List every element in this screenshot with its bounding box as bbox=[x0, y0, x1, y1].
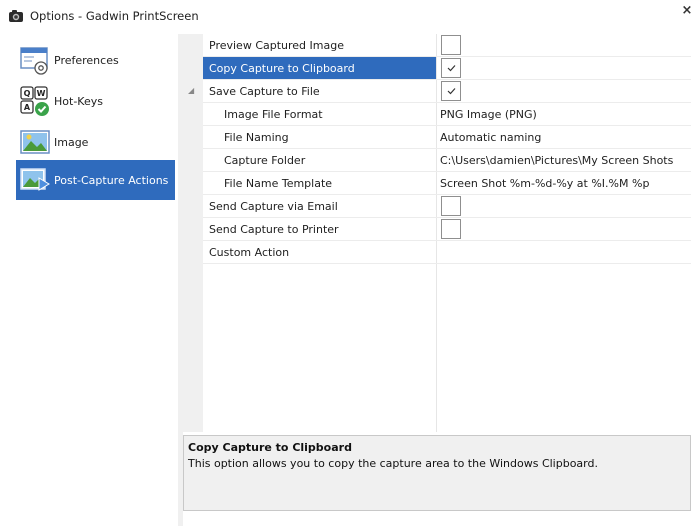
copy-to-clipboard-checkbox[interactable] bbox=[441, 58, 461, 78]
sidebar-item-label: Post-Capture Actions bbox=[54, 174, 169, 187]
grid-row-capture-folder[interactable]: Capture Folder C:\Users\damien\Pictures\… bbox=[203, 149, 691, 172]
sidebar-item-label: Hot-Keys bbox=[54, 95, 103, 108]
property-name: Capture Folder bbox=[224, 154, 306, 167]
send-printer-checkbox[interactable] bbox=[441, 219, 461, 239]
description-panel: Copy Capture to Clipboard This option al… bbox=[183, 435, 691, 511]
property-name: Preview Captured Image bbox=[209, 39, 344, 52]
property-name: Copy Capture to Clipboard bbox=[203, 57, 436, 79]
preview-checkbox[interactable] bbox=[441, 35, 461, 55]
file-name-template-value[interactable]: Screen Shot %m-%d-%y at %I.%M %p bbox=[440, 177, 649, 190]
grid-row-file-naming[interactable]: File Naming Automatic naming bbox=[203, 126, 691, 149]
image-icon bbox=[19, 126, 51, 158]
sidebar-item-preferences[interactable]: Preferences bbox=[16, 40, 175, 80]
preferences-icon bbox=[19, 44, 51, 76]
checkmark-icon bbox=[447, 65, 456, 72]
save-to-file-checkbox[interactable] bbox=[441, 81, 461, 101]
grid-row-file-name-template[interactable]: File Name Template Screen Shot %m-%d-%y … bbox=[203, 172, 691, 195]
image-file-format-value[interactable]: PNG Image (PNG) bbox=[440, 108, 537, 121]
checkmark-icon bbox=[447, 88, 456, 95]
property-name: File Name Template bbox=[224, 177, 333, 190]
sidebar-item-post-capture-actions[interactable]: Post-Capture Actions bbox=[16, 160, 175, 200]
grid-row-custom-action[interactable]: Custom Action bbox=[203, 241, 691, 264]
capture-folder-value[interactable]: C:\Users\damien\Pictures\My Screen Shots bbox=[440, 154, 673, 167]
property-name: Custom Action bbox=[209, 246, 290, 259]
grid-row-send-capture-via-email[interactable]: Send Capture via Email bbox=[203, 195, 691, 218]
svg-text:A: A bbox=[24, 103, 31, 112]
collapse-icon[interactable]: ◢ bbox=[188, 86, 194, 95]
sidebar-item-label: Image bbox=[54, 136, 89, 149]
grid-row-save-capture-to-file[interactable]: ◢ Save Capture to File bbox=[188, 80, 691, 103]
hotkeys-icon: Q W A bbox=[19, 85, 51, 117]
send-email-checkbox[interactable] bbox=[441, 196, 461, 216]
grid-row-preview-captured-image[interactable]: Preview Captured Image bbox=[203, 34, 691, 57]
grid-row-copy-capture-to-clipboard[interactable]: Copy Capture to Clipboard bbox=[203, 57, 691, 80]
title-bar: Options - Gadwin PrintScreen × bbox=[0, 0, 700, 32]
sidebar-item-hot-keys[interactable]: Q W A Hot-Keys bbox=[16, 81, 175, 121]
property-name: Send Capture via Email bbox=[209, 200, 338, 213]
property-name: File Naming bbox=[224, 131, 289, 144]
property-name: Send Capture to Printer bbox=[209, 223, 339, 236]
grid-row-image-file-format[interactable]: Image File Format PNG Image (PNG) bbox=[203, 103, 691, 126]
sidebar-item-image[interactable]: Image bbox=[16, 122, 175, 162]
sidebar: Preferences Q W A Hot-Keys Image Post-Ca… bbox=[0, 34, 178, 526]
description-text: This option allows you to copy the captu… bbox=[188, 457, 598, 470]
close-button[interactable]: × bbox=[676, 2, 698, 20]
property-name: Image File Format bbox=[224, 108, 323, 121]
camera-icon bbox=[8, 8, 24, 24]
post-capture-icon bbox=[19, 164, 51, 196]
window-title: Options - Gadwin PrintScreen bbox=[30, 9, 199, 23]
svg-text:W: W bbox=[37, 89, 46, 98]
sidebar-item-label: Preferences bbox=[54, 54, 119, 67]
property-name: Save Capture to File bbox=[209, 85, 320, 98]
grid-row-send-capture-to-printer[interactable]: Send Capture to Printer bbox=[203, 218, 691, 241]
property-grid: Preview Captured Image Copy Capture to C… bbox=[183, 34, 691, 432]
description-title: Copy Capture to Clipboard bbox=[188, 441, 352, 454]
file-naming-value[interactable]: Automatic naming bbox=[440, 131, 541, 144]
svg-text:Q: Q bbox=[24, 89, 31, 98]
